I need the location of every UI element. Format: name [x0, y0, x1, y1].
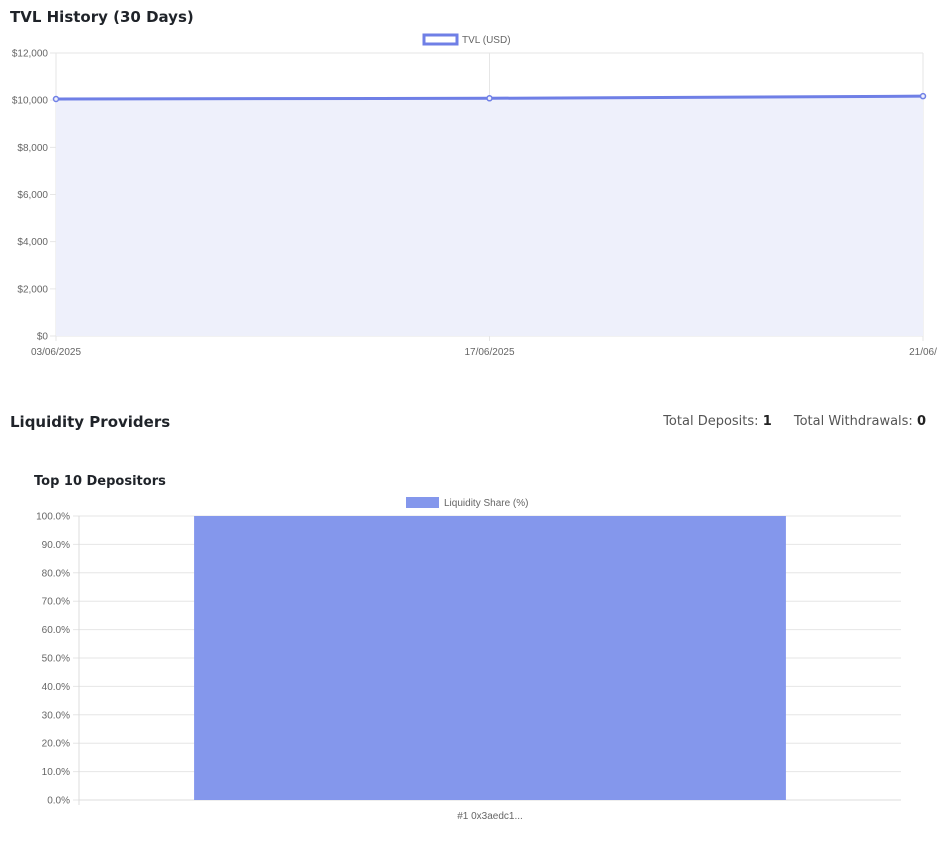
- dep-y-tick-label: 0.0%: [47, 796, 70, 807]
- dep-y-tick-label: 10.0%: [42, 767, 70, 778]
- dep-y-tick-label: 40.0%: [42, 682, 70, 693]
- tvl-data-point: [919, 92, 927, 100]
- tvl-y-tick-label: $8,000: [17, 143, 48, 154]
- tvl-history-title: TVL History (30 Days): [10, 8, 194, 26]
- dep-legend: Liquidity Share (%): [406, 497, 528, 509]
- liquidity-stats: Total Deposits: 1 Total Withdrawals: 0: [645, 414, 926, 429]
- tvl-y-tick-label: $6,000: [17, 190, 48, 201]
- tvl-data-point: [486, 95, 493, 102]
- total-withdrawals-stat: Total Withdrawals: 0: [794, 414, 926, 429]
- dep-y-tick-label: 70.0%: [42, 597, 70, 608]
- depositors-bar-chart: 0.0% 10.0% 20.0% 30.0% 40.0% 50.0% 60.0% 70.0% 8…: [36, 497, 901, 822]
- dep-y-tick-label: 100.0%: [36, 512, 70, 523]
- dep-x-tick-label: #1 0x3aedc1...: [457, 811, 523, 822]
- tvl-x-tick-label: 17/06/2025: [464, 347, 514, 358]
- tvl-y-tick-label: $10,000: [12, 96, 49, 107]
- total-withdrawals-label: Total Withdrawals:: [793, 414, 913, 429]
- tvl-area-fill: [56, 96, 923, 336]
- dep-y-tick-label: 30.0%: [42, 710, 70, 721]
- total-deposits-value: 1: [762, 414, 772, 429]
- dep-legend-label: Liquidity Share (%): [444, 498, 528, 509]
- tvl-line-chart: $0 $2,000 $4,000 $6,000 $8,000 $10,000 $12,000…: [12, 33, 937, 358]
- tvl-y-tick-label: $2,000: [17, 284, 48, 295]
- dep-y-tick-label: 60.0%: [42, 625, 70, 636]
- dep-y-tick-label: 20.0%: [42, 739, 70, 750]
- total-deposits-stat: Total Deposits: 1: [663, 414, 772, 429]
- tvl-legend-swatch: [422, 33, 459, 46]
- dep-bar: [194, 516, 786, 800]
- tvl-y-tick-label: $12,000: [12, 49, 49, 60]
- tvl-legend: TVL (USD): [422, 33, 511, 46]
- dep-y-tick-label: 50.0%: [42, 654, 70, 665]
- tvl-y-tick-label: $0: [37, 332, 49, 343]
- liquidity-providers-title: Liquidity Providers: [10, 413, 171, 431]
- tvl-legend-label: TVL (USD): [462, 35, 511, 46]
- tvl-x-tick-label: 21/06/: [909, 347, 937, 358]
- total-deposits-label: Total Deposits:: [663, 414, 759, 429]
- tvl-data-point: [52, 95, 60, 103]
- total-withdrawals-value: 0: [916, 414, 926, 429]
- top-depositors-title: Top 10 Depositors: [34, 474, 166, 489]
- dep-y-tick-label: 80.0%: [42, 568, 70, 579]
- tvl-x-tick-label: 03/06/2025: [31, 347, 81, 358]
- dep-legend-swatch: [406, 497, 439, 508]
- tvl-y-tick-label: $4,000: [17, 237, 48, 248]
- dep-y-tick-label: 90.0%: [42, 540, 70, 551]
